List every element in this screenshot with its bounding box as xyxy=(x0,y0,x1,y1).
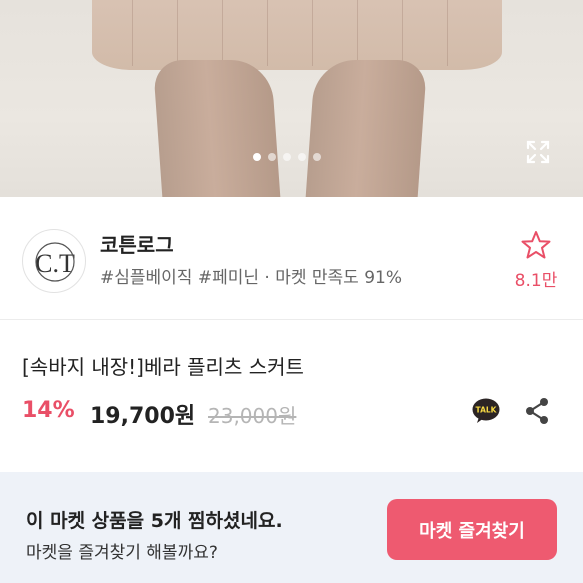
carousel-dot[interactable] xyxy=(268,153,276,161)
svg-text:C.T: C.T xyxy=(35,249,75,278)
expand-icon[interactable] xyxy=(526,140,550,164)
seller-logo[interactable]: C.T xyxy=(22,229,86,293)
seller-name[interactable]: 코튼로그 xyxy=(100,229,174,258)
seller-tags: #심플베이직 #페미닌 · 마켓 만족도 91% xyxy=(100,268,403,288)
discount-rate: 14% xyxy=(22,398,75,423)
carousel-dot[interactable] xyxy=(283,153,291,161)
product-title: [속바지 내장!]베라 플리츠 스커트 xyxy=(22,355,304,379)
kakao-talk-icon[interactable]: TALK xyxy=(472,398,500,424)
carousel-dot[interactable] xyxy=(253,153,261,161)
seller-logo-mark: C.T xyxy=(35,242,75,282)
svg-text:TALK: TALK xyxy=(476,406,498,415)
original-price: 23,000원 xyxy=(208,404,297,428)
product-image[interactable] xyxy=(0,0,583,197)
favorite-count: 8.1만 xyxy=(514,271,558,291)
banner-subtitle: 마켓을 즐겨찾기 해볼까요? xyxy=(26,543,218,563)
sale-price: 19,700원 xyxy=(90,404,196,429)
banner-title: 이 마켓 상품을 5개 찜하셨네요. xyxy=(26,510,283,532)
share-icon[interactable] xyxy=(524,397,550,425)
model-leg-right xyxy=(304,60,428,197)
add-favorite-market-button[interactable]: 마켓 즐겨찾기 xyxy=(387,499,557,560)
carousel-dot[interactable] xyxy=(298,153,306,161)
favorite-market-banner: 이 마켓 상품을 5개 찜하셨네요. 마켓을 즐겨찾기 해볼까요? 마켓 즐겨찾… xyxy=(0,472,583,583)
model-leg-left xyxy=(152,60,282,197)
star-outline-icon[interactable] xyxy=(520,230,552,260)
carousel-indicator xyxy=(253,153,321,161)
seller-section: C.T 코튼로그 #심플베이직 #페미닌 · 마켓 만족도 91% xyxy=(0,197,583,320)
carousel-dot[interactable] xyxy=(313,153,321,161)
skirt-image xyxy=(92,0,502,70)
